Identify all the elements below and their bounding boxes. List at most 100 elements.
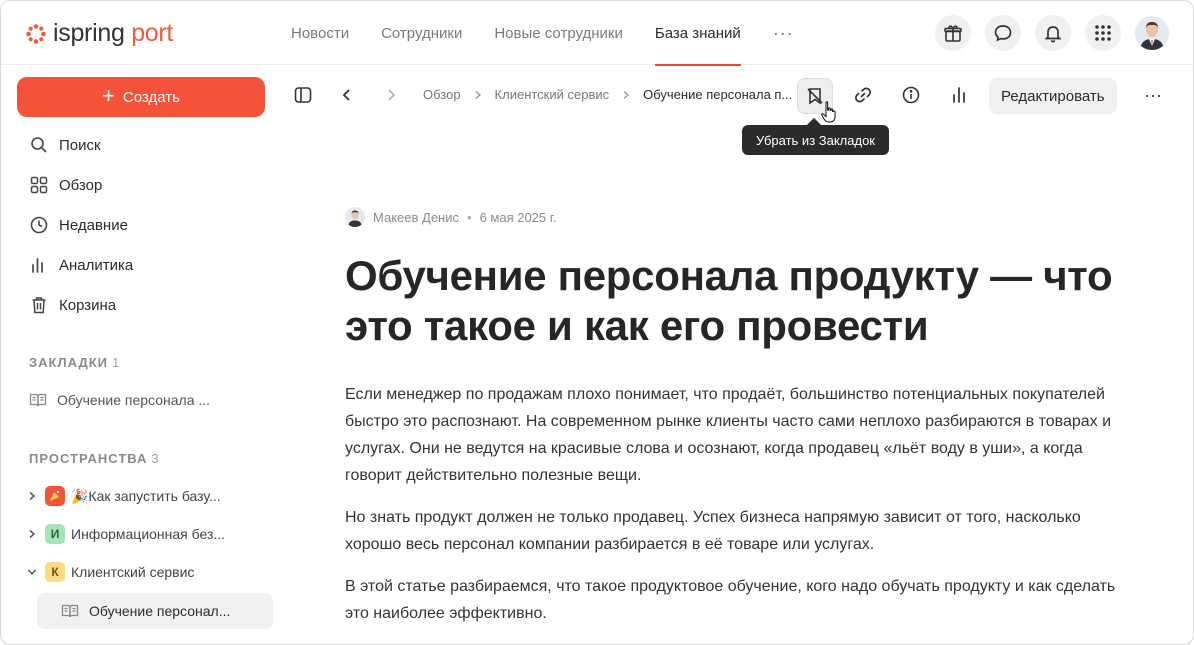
- sidebar-item-label: Аналитика: [59, 256, 134, 274]
- chevron-down-icon[interactable]: [25, 567, 39, 577]
- logo[interactable]: ispring port: [25, 19, 173, 48]
- logo-icon: [26, 23, 46, 44]
- create-button[interactable]: + Создать: [17, 77, 265, 117]
- main-nav: Новости Сотрудники Новые сотрудники База…: [275, 1, 810, 66]
- chevron-right-icon[interactable]: [25, 491, 39, 501]
- notifications-button[interactable]: [1035, 15, 1071, 51]
- more-options-button[interactable]: ···: [1137, 79, 1169, 111]
- space-label: 🎉Как запустить базу...: [71, 487, 221, 504]
- space-child-label: Обучение персонал...: [89, 603, 231, 619]
- gift-icon: [944, 25, 962, 42]
- author-avatar[interactable]: [345, 207, 365, 227]
- breadcrumb-space[interactable]: Клиентский сервис: [495, 87, 610, 102]
- sidebar-item-label: Обзор: [59, 176, 103, 194]
- bell-icon: [1044, 26, 1062, 43]
- article-title: Обучение персонала продукту — что это та…: [345, 252, 1113, 349]
- user-avatar[interactable]: [1135, 16, 1169, 50]
- top-actions: [935, 15, 1169, 51]
- logo-text-accent: port: [131, 19, 174, 47]
- article-meta: Макеев Денис • 6 мая 2025 г.: [345, 207, 557, 227]
- spaces-count: 3: [151, 451, 160, 466]
- nav-more-button[interactable]: ···: [757, 1, 810, 65]
- stats-button[interactable]: [943, 79, 975, 111]
- sidebar-toggle-icon: [294, 87, 312, 103]
- space-badge: К: [45, 562, 65, 582]
- breadcrumb-overview[interactable]: Обзор: [423, 87, 461, 102]
- bookmark-item[interactable]: Обучение персонала ...: [17, 382, 273, 418]
- apps-grid-icon: [1095, 25, 1111, 41]
- tooltip: Убрать из Закладок: [742, 125, 889, 155]
- publish-date: 6 мая 2025 г.: [479, 209, 557, 225]
- app-window: ispring port Новости Сотрудники Новые со…: [0, 0, 1194, 645]
- bookmarks-title: ЗАКЛАДКИ: [29, 355, 108, 370]
- chat-button[interactable]: [985, 15, 1021, 51]
- nav-knowledge-base[interactable]: База знаний: [639, 1, 757, 66]
- bookmarks-count: 1: [112, 355, 121, 370]
- sidebar: + Создать Поиск Обзор Недавние Аналитика…: [1, 65, 289, 644]
- forward-button[interactable]: [375, 79, 407, 111]
- gift-button[interactable]: [935, 15, 971, 51]
- sidebar-menu: Поиск Обзор Недавние Аналитика Корзина: [17, 125, 273, 325]
- space-badge-icon: [45, 486, 65, 506]
- chevron-right-icon[interactable]: [25, 529, 39, 539]
- sidebar-item-label: Недавние: [59, 216, 128, 234]
- chevron-right-icon: [388, 89, 396, 101]
- page-toolbar: Обзор Клиентский сервис Обучение персона…: [289, 65, 1193, 125]
- search-icon: [31, 137, 47, 153]
- sidebar-item-search[interactable]: Поиск: [17, 125, 273, 165]
- sidebar-item-label: Корзина: [59, 296, 117, 314]
- info-icon: [902, 86, 920, 104]
- space-item[interactable]: 🎉Как запустить базу...: [17, 479, 273, 513]
- sidebar-item-label: Поиск: [59, 136, 101, 154]
- article-paragraph: Но знать продукт должен не только продав…: [345, 509, 1081, 553]
- info-button[interactable]: [895, 79, 927, 111]
- spaces-section-title: ПРОСТРАНСТВА 3: [29, 451, 160, 466]
- sidebar-item-analytics[interactable]: Аналитика: [17, 245, 273, 285]
- breadcrumb-current: Обучение персонала п...: [643, 87, 793, 102]
- user-photo: [1135, 16, 1169, 50]
- breadcrumb-separator-icon: [623, 90, 630, 99]
- logo-text: ispring: [53, 19, 125, 47]
- breadcrumb: Обзор Клиентский сервис Обучение персона…: [423, 87, 792, 102]
- book-icon: [29, 393, 47, 407]
- sidebar-item-overview[interactable]: Обзор: [17, 165, 273, 205]
- overview-icon: [30, 176, 48, 194]
- apps-button[interactable]: [1085, 15, 1121, 51]
- analytics-icon: [953, 87, 965, 103]
- analytics-icon: [32, 258, 43, 273]
- nav-new-employees[interactable]: Новые сотрудники: [478, 1, 639, 65]
- article-paragraph: Если менеджер по продажам плохо понимает…: [345, 386, 1112, 484]
- create-button-label: Создать: [122, 88, 180, 106]
- edit-button[interactable]: Редактировать: [989, 78, 1117, 114]
- space-badge: И: [45, 524, 65, 544]
- plus-icon: +: [102, 83, 115, 108]
- article-paragraph: В этой статье разбираемся, что такое про…: [345, 578, 1116, 622]
- bookmarks-section-title: ЗАКЛАДКИ 1: [29, 355, 120, 370]
- clock-icon: [30, 216, 48, 234]
- chevron-left-icon: [342, 89, 350, 101]
- author-name[interactable]: Макеев Денис: [373, 210, 459, 225]
- copy-link-button[interactable]: [847, 79, 879, 111]
- book-icon: [61, 604, 79, 618]
- nav-news[interactable]: Новости: [275, 1, 365, 65]
- chat-icon: [994, 25, 1012, 42]
- sidebar-item-recent[interactable]: Недавние: [17, 205, 273, 245]
- link-icon: [855, 87, 871, 103]
- bookmark-label: Обучение персонала ...: [57, 392, 211, 408]
- space-item[interactable]: И Информационная без...: [17, 517, 273, 551]
- nav-employees[interactable]: Сотрудники: [365, 1, 478, 65]
- hand-cursor-icon: [821, 101, 836, 123]
- sidebar-item-trash[interactable]: Корзина: [17, 285, 273, 325]
- space-child-item[interactable]: Обучение персонал...: [37, 593, 273, 629]
- space-label: Информационная без...: [71, 526, 226, 542]
- meta-separator: •: [467, 209, 472, 225]
- back-button[interactable]: [331, 79, 363, 111]
- toggle-sidebar-button[interactable]: [287, 79, 319, 111]
- spaces-title: ПРОСТРАНСТВА: [29, 451, 148, 466]
- trash-icon: [32, 297, 46, 314]
- top-bar: ispring port Новости Сотрудники Новые со…: [1, 1, 1193, 66]
- author-photo: [345, 207, 365, 227]
- breadcrumb-separator-icon: [475, 90, 481, 99]
- space-item[interactable]: К Клиентский сервис: [17, 555, 273, 589]
- space-label: Клиентский сервис: [71, 564, 195, 580]
